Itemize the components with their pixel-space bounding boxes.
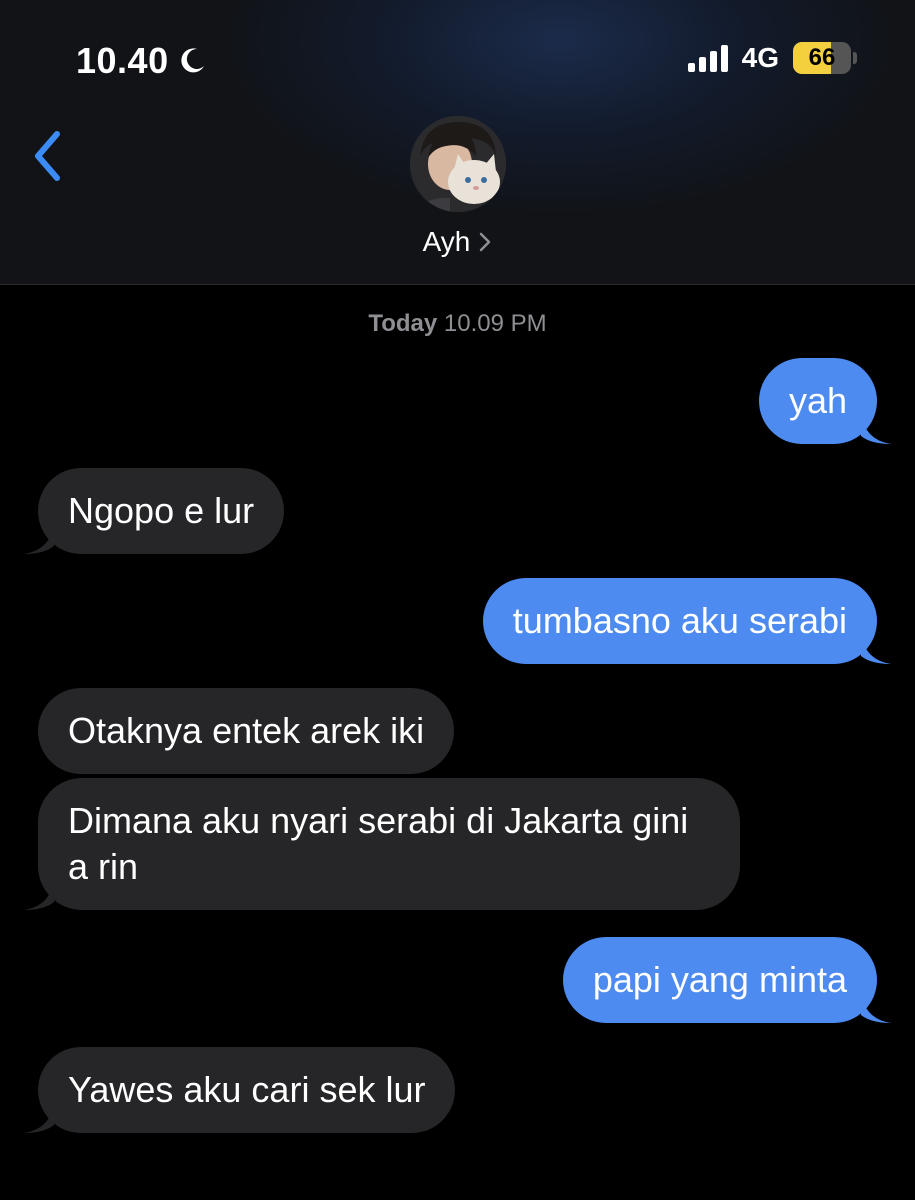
status-bar-time: 10.40 — [76, 40, 207, 82]
message-text: Otaknya entek arek iki — [68, 710, 425, 751]
contact-name-button[interactable]: Ayh — [0, 226, 915, 258]
avatar-photo — [410, 116, 506, 212]
bubble-tail — [24, 524, 54, 554]
message-text: yah — [788, 380, 847, 421]
message-bubble-sent[interactable]: papi yang minta — [562, 937, 891, 1023]
bubble-tail — [24, 880, 54, 910]
bubble-tail — [861, 634, 891, 664]
message-bubble-received[interactable]: Yawes aku cari sek lur — [24, 1047, 456, 1133]
bubble-tail — [24, 1103, 54, 1133]
battery-level: 66 — [808, 44, 836, 71]
cellular-signal-icon — [687, 44, 728, 72]
timestamp-time: 10.09 PM — [443, 310, 547, 337]
bubble-tail — [861, 414, 891, 444]
bubble-tail — [861, 993, 891, 1023]
clock: 10.40 — [76, 40, 169, 81]
back-button[interactable] — [22, 118, 72, 194]
conversation-timestamp: Today 10.09 PM — [0, 310, 915, 338]
moon-icon — [180, 48, 204, 73]
message-bubble-sent[interactable]: tumbasno aku serabi — [482, 578, 891, 664]
status-bar-indicators: 4G 66 — [687, 42, 857, 74]
chevron-right-icon — [480, 232, 491, 252]
message-text: Yawes aku cari sek lur — [68, 1069, 426, 1110]
network-type: 4G — [741, 42, 779, 73]
battery-icon: 66 — [793, 42, 851, 74]
message-bubble-sent[interactable]: yah — [758, 358, 891, 444]
contact-avatar[interactable] — [410, 116, 506, 212]
message-text: papi yang minta — [592, 959, 847, 1000]
timestamp-day: Today — [368, 310, 438, 337]
message-text: tumbasno aku serabi — [512, 600, 847, 641]
message-bubble-received[interactable]: Dimana aku nyari serabi di Jakarta gini … — [24, 778, 740, 910]
message-bubble-received[interactable]: Otaknya entek arek iki — [38, 688, 455, 774]
chevron-left-icon — [35, 131, 60, 181]
contact-name: Ayh — [422, 226, 471, 257]
message-bubble-received[interactable]: Ngopo e lur — [24, 468, 285, 554]
conversation-header: 10.40 4G 66 Ayh — [0, 0, 915, 285]
battery-nub — [853, 52, 857, 64]
message-text: Ngopo e lur — [68, 490, 255, 531]
message-text: Dimana aku nyari serabi di Jakarta gini … — [68, 800, 689, 887]
